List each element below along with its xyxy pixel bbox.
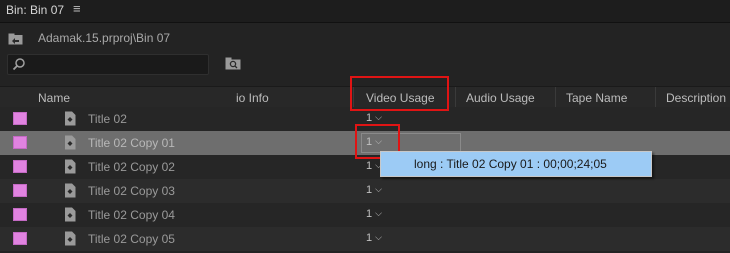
column-header-tape-name[interactable]: Tape Name (566, 91, 627, 105)
chevron-down-icon: ⌵ (375, 232, 382, 242)
color-label[interactable] (13, 232, 27, 245)
clip-name[interactable]: Title 02 Copy 03 (88, 184, 175, 198)
panel-title[interactable]: Bin: Bin 07 (6, 3, 64, 17)
breadcrumb: Adamak.15.prproj\Bin 07 (0, 27, 730, 49)
video-usage-count: 1 (366, 184, 373, 196)
video-usage-popup-item[interactable]: long : Title 02 Copy 01 : 00;00;24;05 (414, 157, 607, 171)
color-label[interactable] (13, 184, 27, 197)
title-clip-icon (65, 135, 76, 150)
search-input[interactable] (7, 54, 209, 75)
hamburger-icon[interactable]: ≡ (73, 1, 81, 16)
table-row[interactable]: Title 02 Copy 05 1 ⌵ (0, 227, 730, 251)
new-bin-icon[interactable] (225, 57, 241, 70)
title-clip-icon (65, 111, 76, 126)
clip-name[interactable]: Title 02 Copy 02 (88, 160, 175, 174)
video-usage-count: 1 (366, 160, 373, 172)
video-usage-dropdown[interactable]: 1 ⌵ (366, 208, 382, 220)
video-usage-count: 1 (366, 208, 373, 220)
breadcrumb-path: Adamak.15.prproj\Bin 07 (38, 31, 171, 45)
title-clip-icon (65, 183, 76, 198)
clip-name[interactable]: Title 02 (88, 112, 127, 126)
clip-name[interactable]: Title 02 Copy 04 (88, 208, 175, 222)
table-row[interactable]: Title 02 Copy 03 1 ⌵ (0, 179, 730, 203)
chevron-down-icon: ⌵ (375, 112, 382, 122)
title-clip-icon (65, 207, 76, 222)
up-folder-icon[interactable] (8, 33, 23, 45)
color-label[interactable] (13, 112, 27, 125)
column-header-name[interactable]: Name (38, 91, 70, 105)
clip-name[interactable]: Title 02 Copy 01 (88, 136, 175, 150)
column-header-description[interactable]: Description (666, 91, 726, 105)
panel-title-bar: Bin: Bin 07 ≡ (0, 0, 730, 23)
title-clip-icon (65, 159, 76, 174)
chevron-down-icon: ⌵ (375, 208, 382, 218)
column-header-audio-usage[interactable]: Audio Usage (466, 91, 535, 105)
color-label[interactable] (13, 160, 27, 173)
column-header-audio-info[interactable]: io Info (236, 91, 269, 105)
title-clip-icon (65, 231, 76, 246)
color-label[interactable] (13, 136, 27, 149)
video-usage-dropdown[interactable]: 1 ⌵ (366, 184, 382, 196)
search-icon (12, 58, 25, 71)
chevron-down-icon: ⌵ (375, 184, 382, 194)
column-divider[interactable] (455, 87, 456, 109)
color-label[interactable] (13, 208, 27, 221)
column-divider[interactable] (655, 87, 656, 109)
video-usage-count: 1 (366, 232, 373, 244)
column-divider[interactable] (555, 87, 556, 109)
video-usage-dropdown[interactable]: 1 ⌵ (366, 232, 382, 244)
clip-name[interactable]: Title 02 Copy 05 (88, 232, 175, 246)
table-row[interactable]: Title 02 Copy 04 1 ⌵ (0, 203, 730, 227)
video-usage-popup[interactable]: long : Title 02 Copy 01 : 00;00;24;05 (380, 151, 652, 177)
video-usage-count: 1 (366, 112, 373, 124)
video-usage-header-highlight (350, 76, 449, 111)
video-usage-dropdown[interactable]: 1 ⌵ (366, 112, 382, 124)
